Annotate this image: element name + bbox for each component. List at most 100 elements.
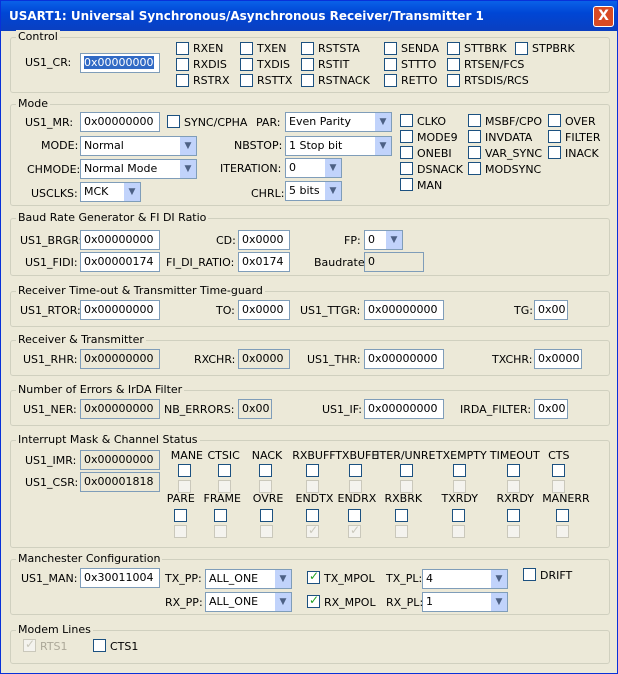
clko-checkbox[interactable] <box>400 114 413 127</box>
tx-pl-select[interactable]: 4 ▼ <box>422 569 508 589</box>
close-button[interactable]: X <box>593 6 614 27</box>
tx-pp-select[interactable]: ALL_ONE ▼ <box>205 569 292 589</box>
msbf-cpo-checkbox[interactable] <box>468 114 481 127</box>
par-select[interactable]: Even Parity ▼ <box>285 112 392 132</box>
chevron-down-icon: ▼ <box>324 159 341 177</box>
endtx-status-checkbox <box>306 523 319 538</box>
iter-unre-mask-checkbox[interactable] <box>400 464 413 477</box>
tg-field[interactable]: 0x00 <box>534 300 568 320</box>
rxen-checkbox[interactable] <box>176 42 189 55</box>
txdis-checkbox[interactable] <box>240 58 253 71</box>
onebi-checkbox[interactable] <box>400 146 413 159</box>
stpbrk-checkbox[interactable] <box>515 42 528 55</box>
rxbrk-mask-checkbox[interactable] <box>395 509 408 522</box>
filter-checkbox[interactable] <box>548 130 561 143</box>
cts-mask-checkbox[interactable] <box>552 464 565 477</box>
us1-fidi-field[interactable]: 0x00000174 <box>80 252 160 272</box>
txempty-mask-checkbox[interactable] <box>453 464 466 477</box>
rxbuff-mask-checkbox[interactable] <box>306 464 319 477</box>
us1-man-field[interactable]: 0x30011004 <box>80 568 160 588</box>
us1-imr-label: US1_IMR: <box>25 454 77 467</box>
nb-errors-label: NB_ERRORS: <box>164 403 235 416</box>
to-field[interactable]: 0x0000 <box>238 300 290 320</box>
sync-cpha-checkbox[interactable] <box>167 115 180 128</box>
timeout-mask-checkbox[interactable] <box>507 464 520 477</box>
txen-label: TXEN <box>257 42 287 55</box>
rxrdy-mask-checkbox[interactable] <box>507 509 520 522</box>
rstrx-checkbox[interactable] <box>176 74 189 87</box>
inack-label: INACK <box>565 147 599 160</box>
rx-pl-select[interactable]: 1 ▼ <box>422 592 508 612</box>
cts1-checkbox[interactable] <box>93 639 106 652</box>
fp-select[interactable]: 0 ▼ <box>364 230 403 250</box>
rtsen-fcs-checkbox[interactable] <box>447 58 460 71</box>
retto-checkbox[interactable] <box>384 74 397 87</box>
us1-rtor-label: US1_RTOR: <box>20 304 81 317</box>
txdis-label: TXDIS <box>257 58 290 71</box>
control-group-title: Control <box>16 30 60 43</box>
txen-checkbox[interactable] <box>240 42 253 55</box>
rx-pp-select[interactable]: ALL_ONE ▼ <box>205 592 292 612</box>
tx-pp-label: TX_PP: <box>165 572 202 585</box>
rx-mpol-checkbox[interactable] <box>307 593 320 608</box>
rstnack-checkbox[interactable] <box>301 74 314 87</box>
tx-mpol-checkbox[interactable] <box>307 569 320 584</box>
rxbrk-label: RXBRK <box>384 492 423 505</box>
us1-cr-field[interactable]: 0x00000000 <box>80 53 160 73</box>
us1-mr-field[interactable]: 0x00000000 <box>80 112 160 132</box>
chrl-select[interactable]: 5 bits ▼ <box>285 181 342 201</box>
sttbrk-checkbox[interactable] <box>447 42 460 55</box>
iteration-select[interactable]: 0 ▼ <box>285 158 342 178</box>
mode9-checkbox[interactable] <box>400 130 413 143</box>
invdata-checkbox[interactable] <box>468 130 481 143</box>
nack-mask-checkbox[interactable] <box>259 464 272 477</box>
ctsic-mask-checkbox[interactable] <box>218 464 231 477</box>
us1-if-field[interactable]: 0x00000000 <box>364 399 444 419</box>
endtx-mask-checkbox[interactable] <box>306 509 319 522</box>
var-sync-checkbox[interactable] <box>468 146 481 159</box>
dsnack-checkbox[interactable] <box>400 162 413 175</box>
senda-label: SENDA <box>401 42 439 55</box>
stpbrk-label: STPBRK <box>532 42 575 55</box>
txrdy-mask-checkbox[interactable] <box>452 509 465 522</box>
endrx-mask-checkbox[interactable] <box>348 509 361 522</box>
us1-brgr-field[interactable]: 0x00000000 <box>80 230 160 250</box>
irda-filter-label: IRDA_FILTER: <box>460 403 532 416</box>
mane-mask-checkbox[interactable] <box>178 464 191 477</box>
us1-thr-field[interactable]: 0x00000000 <box>364 349 444 369</box>
dialog-window: USART1: Universal Synchronous/Asynchrono… <box>0 0 618 674</box>
txchr-field[interactable]: 0x0000 <box>534 349 582 369</box>
rsttx-checkbox[interactable] <box>240 74 253 87</box>
mode-select[interactable]: Normal ▼ <box>80 136 197 156</box>
usclks-select[interactable]: MCK ▼ <box>80 182 141 202</box>
us1-rtor-field[interactable]: 0x00000000 <box>80 300 160 320</box>
rtsdis-rcs-checkbox[interactable] <box>447 74 460 87</box>
rstit-checkbox[interactable] <box>301 58 314 71</box>
rststa-checkbox[interactable] <box>301 42 314 55</box>
chmode-select[interactable]: Normal Mode ▼ <box>80 159 197 179</box>
title-bar[interactable]: USART1: Universal Synchronous/Asynchrono… <box>1 1 617 31</box>
us1-ttgr-field[interactable]: 0x00000000 <box>364 300 444 320</box>
sttto-checkbox[interactable] <box>384 58 397 71</box>
irda-filter-field[interactable]: 0x00 <box>534 399 568 419</box>
frame-mask-checkbox[interactable] <box>214 509 227 522</box>
man-checkbox[interactable] <box>400 178 413 191</box>
manerr-mask-checkbox[interactable] <box>556 509 569 522</box>
senda-checkbox[interactable] <box>384 42 397 55</box>
modsync-checkbox[interactable] <box>468 162 481 175</box>
fi-di-ratio-field[interactable]: 0x0174 <box>238 252 290 272</box>
nbstop-select[interactable]: 1 Stop bit ▼ <box>285 136 392 156</box>
over-checkbox[interactable] <box>548 114 561 127</box>
drift-checkbox[interactable] <box>523 568 536 581</box>
inack-checkbox[interactable] <box>548 146 561 159</box>
rxdis-checkbox[interactable] <box>176 58 189 71</box>
cd-field[interactable]: 0x0000 <box>238 230 290 250</box>
ovre-mask-checkbox[interactable] <box>260 509 273 522</box>
rtsen-fcs-label: RTSEN/FCS <box>464 58 525 71</box>
mode9-label: MODE9 <box>417 131 458 144</box>
pare-mask-checkbox[interactable] <box>174 509 187 522</box>
baudrate-label: Baudrate: <box>314 256 369 269</box>
txbufe-mask-checkbox[interactable] <box>349 464 362 477</box>
endtx-label: ENDTX <box>295 492 334 505</box>
rxrdy-status-checkbox <box>507 525 520 538</box>
